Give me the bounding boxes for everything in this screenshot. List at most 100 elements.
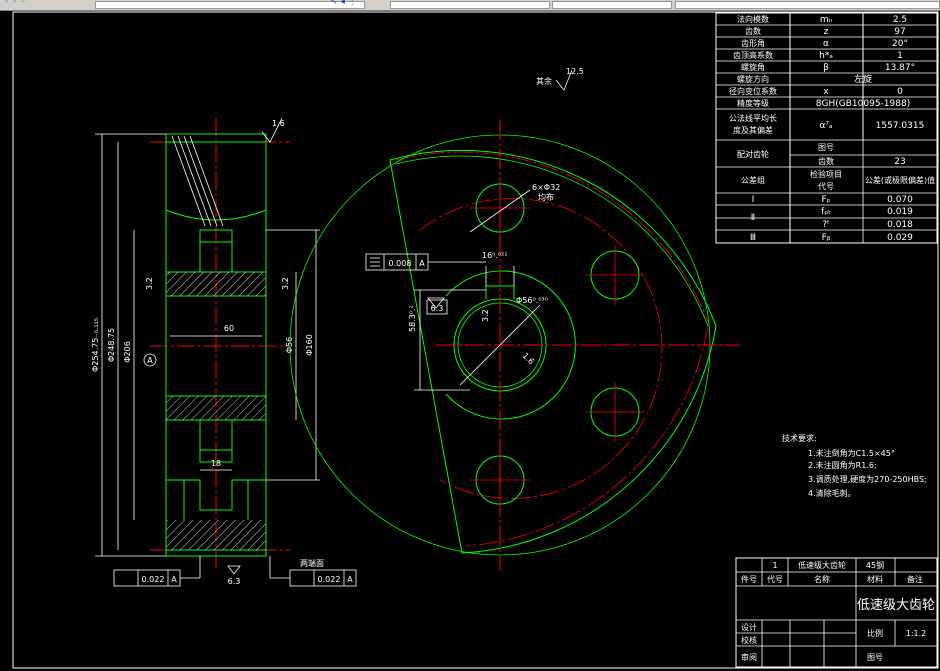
param-value-1: 2.5: [893, 15, 907, 25]
dim-slot-width: 18: [211, 459, 221, 468]
group-2-code: fₚₜ: [821, 207, 831, 217]
section-hatch-bottom-rim: [166, 520, 266, 550]
group-2b-code: ?ᶠ: [822, 220, 830, 230]
bore-roughness: 1.6: [521, 351, 536, 366]
group-2-label: Ⅱ: [751, 213, 755, 223]
param-symbol-7: x: [823, 87, 829, 97]
header-name: 名称: [814, 574, 830, 584]
header-material: 材料: [867, 574, 883, 584]
param-name-9: 公法线平均长: [729, 113, 777, 123]
param-symbol-1: mₙ: [820, 15, 833, 25]
requirement-3: 3.调质处理,硬度为270-250HBS;: [808, 474, 927, 484]
runout-right-datum: A: [347, 575, 353, 584]
tolerance-group-label: 公差组: [741, 175, 765, 185]
header-remark: 备注: [907, 574, 923, 584]
group-1-value: 0.070: [887, 195, 913, 205]
param-name-3: 齿形角: [741, 38, 765, 48]
gear-front-view: 其余 12.5 6×Φ32 均布 16⁰.⁰²¹ Φ56⁰.⁰³⁰ 58.3⁰.…: [290, 67, 740, 570]
group-1-code: Fₚ: [821, 195, 830, 205]
title-part-name-small: 低速级大齿轮: [798, 560, 846, 570]
runout-right-value: 0.022: [318, 575, 341, 584]
requirement-4: 4.清除毛刺。: [808, 488, 856, 498]
row-check: 校核: [741, 635, 757, 645]
row-design: 设计: [741, 622, 757, 632]
param-value-6: 左旋: [854, 73, 872, 85]
requirement-1: 1.未注倒角为C1.5×45°: [808, 448, 895, 458]
title-material: 45钢: [866, 560, 884, 570]
requirement-2: 2.未注圆角为R1.6;: [808, 460, 877, 470]
param-symbol-2: z: [824, 27, 829, 37]
param-value-3: 20°: [892, 39, 908, 49]
param-symbol-10: α⁷ₐ: [819, 121, 832, 131]
param-name-10: 度及其偏差: [733, 125, 773, 135]
keyway-width-dim: 16⁰.⁰²¹: [482, 251, 508, 260]
keyway-roughness: 3.2: [481, 309, 490, 322]
runout-left-datum: A: [171, 575, 177, 584]
technical-requirements: 技术要求: 1.未注倒角为C1.5×45° 2.未注圆角为R1.6; 3.调质处…: [782, 433, 927, 498]
hole-count-label: 6×Φ32: [532, 183, 560, 192]
drawing-no-label: 图号: [867, 653, 883, 662]
section-hatch-upper-hub: [166, 272, 266, 296]
code-header: 代号: [818, 181, 834, 191]
gear-parameter-table: 法向模数 mₙ 2.5 齿数 z 97 齿形角 α 20° 齿顶高系数 h*ₐ …: [715, 12, 938, 244]
param-value-2: 97: [894, 27, 905, 37]
mating-drawing-no-label: 图号: [818, 143, 834, 152]
group-3-value: 0.029: [887, 233, 913, 243]
dim-bore-diameter: Φ56: [285, 337, 294, 353]
datum-a-label: A: [147, 356, 153, 365]
toolbar-icons-mid[interactable]: ↖ ◂ ⋮: [330, 0, 357, 7]
toolbar-icons-left[interactable]: ◦ ◦ ◦: [4, 0, 26, 7]
toolbar-field-mid[interactable]: [390, 1, 550, 9]
dim-hub-width: 60: [224, 324, 234, 333]
mating-gear-label: 配对齿轮: [737, 149, 769, 159]
param-symbol-3: α: [823, 39, 829, 49]
toolbar-field-right[interactable]: [552, 1, 672, 9]
roughness-hub-left: 3.2: [145, 277, 154, 290]
param-value-10: 1557.0315: [876, 121, 925, 131]
mating-teeth-label: 齿数: [818, 156, 834, 166]
param-name-6: 螺旋方向: [737, 74, 769, 84]
header-part-no: 件号: [741, 574, 757, 584]
remaining-surfaces-label: 其余: [536, 76, 552, 86]
group-3-label: Ⅲ: [750, 233, 756, 243]
param-name-1: 法向模数: [737, 14, 769, 24]
param-value-8: 8GH(GB10095-1988): [816, 99, 910, 109]
roughness-hub-right: 3.2: [281, 277, 290, 290]
dim-outer-diameter: Φ254.75₋₀.₁₁₅: [91, 318, 100, 372]
param-name-7: 径向变位系数: [729, 86, 777, 96]
scale-value: 1:1.2: [906, 629, 927, 638]
dim-root-diameter: Φ248.75: [107, 328, 116, 362]
toolbar-field-far-right[interactable]: [675, 1, 940, 9]
requirements-title: 技术要求:: [782, 433, 817, 443]
param-value-7: 0: [897, 87, 903, 97]
bore-diameter-label: Φ56⁰.⁰³⁰: [516, 296, 548, 305]
section-hatch-lower-hub: [166, 396, 266, 420]
row-approve: 审阅: [741, 652, 757, 662]
toolbar-field-left[interactable]: [95, 1, 365, 9]
mating-teeth-value: 23: [894, 157, 905, 167]
dim-hub-diameter: Φ160: [305, 334, 314, 356]
runout-left-value: 0.022: [142, 575, 165, 584]
title-qty: 1: [772, 561, 777, 570]
remaining-roughness: 12.5: [566, 67, 584, 76]
roughness-top: 1.6: [272, 119, 285, 128]
dim-web-diameter: Φ206: [123, 341, 132, 363]
keyway-depth-dim: 58.3⁰.²: [408, 305, 417, 332]
both-end-faces-note: 两端面: [300, 558, 324, 568]
flatness-datum: A: [419, 259, 425, 268]
param-value-4: 1: [897, 51, 903, 61]
param-name-5: 螺旋角: [741, 62, 765, 72]
tolerance-header: 公差(或极限偏差)值: [865, 175, 935, 185]
group-1-label: Ⅰ: [752, 195, 755, 205]
title-block: 1 低速级大齿轮 45钢 件号 代号 名称 材料 备注 低速级大齿轮 设计 校核…: [735, 557, 938, 668]
flatness-value: 0.008: [389, 259, 412, 268]
gear-section-view: Φ254.75₋₀.₁₁₅ Φ248.75 Φ206 Φ56 Φ160 60 1…: [91, 117, 357, 587]
param-symbol-5: β: [823, 63, 829, 73]
group-2-value: 0.019: [887, 207, 913, 217]
bolt-circle: [419, 198, 663, 499]
scale-label: 比例: [867, 628, 883, 638]
cad-drawing-canvas[interactable]: 法向模数 mₙ 2.5 齿数 z 97 齿形角 α 20° 齿顶高系数 h*ₐ …: [0, 10, 940, 671]
param-value-5: 13.87°: [885, 63, 915, 73]
hole-distribution-label: 均布: [538, 192, 554, 202]
param-name-8: 精度等级: [737, 98, 769, 108]
